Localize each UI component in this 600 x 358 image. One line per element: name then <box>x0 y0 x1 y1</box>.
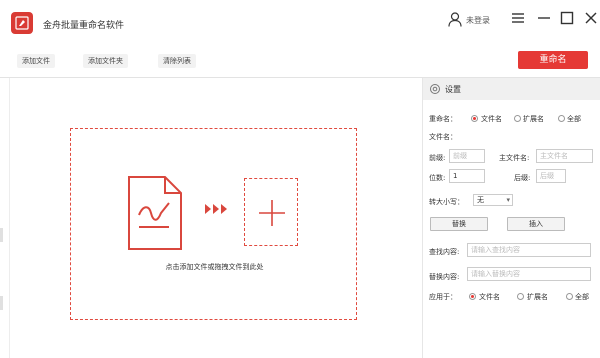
gear-icon <box>430 84 440 94</box>
app-title: 金舟批量重命名软件 <box>43 21 125 31</box>
menu-icon[interactable] <box>510 10 526 26</box>
add-folder-button[interactable]: 添加文件夹 <box>83 54 128 68</box>
apply-radio-all[interactable] <box>566 293 573 300</box>
add-file-button[interactable]: 添加文件 <box>17 54 55 68</box>
digits-input[interactable]: 1 <box>449 169 485 183</box>
left-edge <box>0 78 10 358</box>
apply-radio-filename[interactable] <box>469 293 476 300</box>
apply-option-extension[interactable]: 扩展名 <box>527 292 548 302</box>
settings-header: 设置 <box>423 78 600 100</box>
prefix-label: 前缀: <box>429 154 446 162</box>
toolbar: 添加文件 添加文件夹 清除列表 重命名 <box>0 48 600 76</box>
drop-hint: 点击添加文件或拖拽文件到此处 <box>165 263 264 271</box>
apply-option-filename[interactable]: 文件名 <box>479 292 500 302</box>
case-select[interactable]: 无 <box>473 194 513 206</box>
title-bar: 金舟批量重命名软件 未登录 <box>0 0 600 48</box>
settings-title: 设置 <box>445 85 461 94</box>
add-files-box[interactable] <box>244 178 298 246</box>
close-icon[interactable] <box>583 10 599 26</box>
edge-mark <box>0 296 3 310</box>
user-icon[interactable] <box>448 12 462 27</box>
apply-label: 应用于： <box>429 293 457 301</box>
rename-option-all[interactable]: 全部 <box>567 114 581 124</box>
rename-label: 重命名： <box>429 115 457 123</box>
main-name-input[interactable]: 主文件名 <box>536 149 593 163</box>
rename-radio-all[interactable] <box>558 115 565 122</box>
arrows-icon <box>205 204 227 214</box>
app-logo <box>11 12 33 34</box>
main-name-label: 主文件名: <box>499 154 530 162</box>
prefix-input[interactable]: 前缀 <box>449 149 485 163</box>
file-drop-zone[interactable]: 点击添加文件或拖拽文件到此处 <box>70 128 357 320</box>
apply-option-all[interactable]: 全部 <box>575 292 589 302</box>
plus-icon <box>259 200 285 226</box>
replace-content-label: 替换内容: <box>429 273 460 281</box>
edge-mark <box>0 228 3 242</box>
digits-label: 位数: <box>429 174 446 182</box>
maximize-icon[interactable] <box>559 10 575 26</box>
rename-button[interactable]: 重命名 <box>518 51 588 69</box>
replace-input[interactable]: 请输入替换内容 <box>467 267 591 281</box>
filename-label: 文件名： <box>429 133 457 141</box>
case-label: 转大小写： <box>429 198 464 206</box>
rename-option-extension[interactable]: 扩展名 <box>523 114 544 124</box>
minimize-icon[interactable] <box>536 10 552 26</box>
login-status[interactable]: 未登录 <box>466 15 490 26</box>
replace-button[interactable]: 替换 <box>430 217 488 231</box>
clear-list-button[interactable]: 清除列表 <box>158 54 196 68</box>
suffix-label: 后缀: <box>514 174 531 182</box>
rename-option-filename[interactable]: 文件名 <box>481 114 502 124</box>
insert-button[interactable]: 插入 <box>507 217 565 231</box>
document-icon <box>128 176 182 250</box>
find-label: 查找内容: <box>429 248 460 256</box>
app-logo-icon <box>15 16 29 30</box>
settings-panel: 设置 重命名： 文件名 扩展名 全部 文件名： 前缀: 前缀 主文件名: 主文件… <box>422 78 600 358</box>
apply-radio-extension[interactable] <box>517 293 524 300</box>
rename-radio-filename[interactable] <box>471 115 478 122</box>
rename-radio-extension[interactable] <box>514 115 521 122</box>
suffix-input[interactable]: 后缀 <box>536 169 566 183</box>
find-input[interactable]: 请输入查找内容 <box>467 243 591 257</box>
